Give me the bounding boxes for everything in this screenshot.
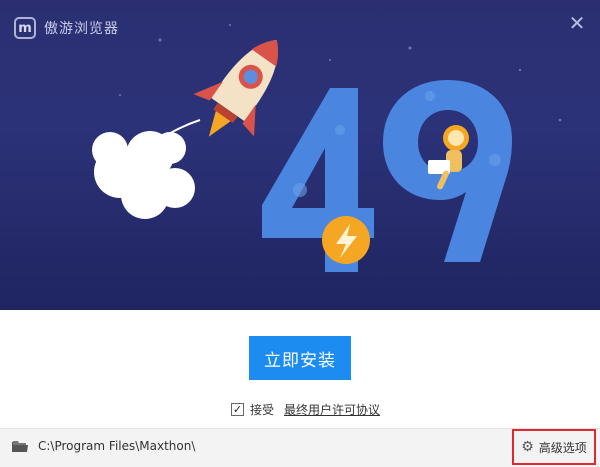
license-agreement-link[interactable]: 最终用户许可协议 [284,401,380,418]
app-title: 傲游浏览器 [44,21,119,37]
gear-icon: ⚙ [521,439,534,455]
install-path-row[interactable]: C:\Program Files\Maxthon\ [12,439,195,453]
advanced-options-button[interactable]: ⚙ 高级选项 [512,429,596,465]
accept-checkbox[interactable]: ✓ [231,402,244,416]
hero-illustration [92,24,562,272]
install-path-text: C:\Program Files\Maxthon\ [38,439,196,453]
maxthon-logo-icon: m [14,17,36,39]
agreement-row: ✓ 接受 最终用户许可协议 [231,400,380,418]
close-button[interactable]: ✕ [566,12,588,34]
rocket-icon [193,39,279,137]
smoke-cloud [92,131,195,219]
footer-bar: C:\Program Files\Maxthon\ ⚙ 高级选项 [0,428,600,467]
advanced-options-label: 高级选项 [538,440,587,455]
install-now-button[interactable]: 立即安装 [249,336,351,380]
lightning-badge [322,216,370,264]
hero-banner: m 傲游浏览器 ✕ [0,0,600,310]
accept-label: 接受 [250,402,275,417]
folder-icon[interactable] [12,440,28,453]
title-bar: m 傲游浏览器 [14,16,119,40]
installer-window: m 傲游浏览器 ✕ 立即安装 ✓ 接受 最终用户许可协议 C:\Program … [0,0,600,467]
